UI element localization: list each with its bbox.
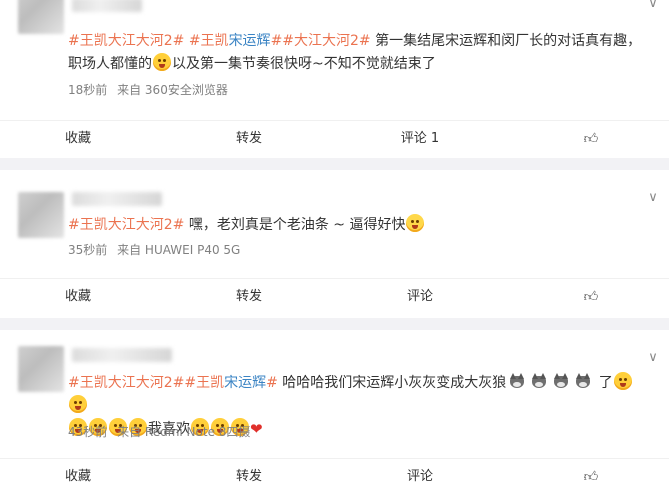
thumbs-up-icon[interactable]: 👍︎ bbox=[583, 289, 599, 305]
avatar[interactable] bbox=[18, 346, 64, 392]
avatar[interactable] bbox=[18, 0, 64, 34]
chevron-down-icon[interactable]: ∨ bbox=[645, 190, 661, 206]
action-bar: 收藏 转发 评论 👍︎ bbox=[0, 278, 669, 315]
topic-link[interactable]: #王凯大江大河2# bbox=[68, 375, 184, 391]
topic-link[interactable]: #王凯大江大河2# bbox=[68, 33, 184, 49]
post-meta: 35秒前 来自 HUAWEI P40 5G bbox=[68, 242, 246, 258]
action-bar: 收藏 转发 评论 1 👍︎ bbox=[0, 120, 669, 157]
comment-button[interactable]: 评论 bbox=[360, 459, 480, 495]
post-time[interactable]: 43秒前 bbox=[68, 425, 107, 439]
post-meta: 18秒前 来自 360安全浏览器 bbox=[68, 82, 234, 98]
post-time[interactable]: 18秒前 bbox=[68, 83, 107, 97]
comment-button[interactable]: 评论 bbox=[360, 279, 480, 315]
scream-emoji bbox=[613, 372, 632, 390]
wolf-emoji bbox=[530, 372, 548, 390]
topic-link[interactable]: #王凯宋运辉##大江大河2# bbox=[189, 33, 371, 49]
comment-button[interactable]: 评论 1 bbox=[360, 121, 480, 157]
post-card: ∨ #王凯大江大河2# 嘿，老刘真是个老油条 ~ 逼得好快 35秒前 来自 HU… bbox=[0, 170, 669, 318]
post-text: #王凯大江大河2# #王凯宋运辉##大江大河2# 第一集结尾宋运辉和闵厂长的对话… bbox=[68, 33, 642, 72]
favorite-button[interactable]: 收藏 bbox=[18, 279, 138, 315]
post-source[interactable]: 来自 Redmi Note 8四摄 bbox=[117, 425, 250, 439]
avatar[interactable] bbox=[18, 192, 64, 238]
post-source[interactable]: 来自 360安全浏览器 bbox=[117, 83, 228, 97]
chevron-down-icon[interactable]: ∨ bbox=[645, 0, 661, 12]
repost-button[interactable]: 转发 bbox=[189, 121, 309, 157]
favorite-button[interactable]: 收藏 bbox=[18, 121, 138, 157]
wolf-emoji bbox=[552, 372, 570, 390]
scream-emoji bbox=[69, 395, 87, 413]
repost-button[interactable]: 转发 bbox=[189, 459, 309, 495]
topic-link[interactable]: #王凯宋运辉# bbox=[184, 375, 277, 391]
tongue-face-emoji bbox=[153, 53, 171, 71]
post-source[interactable]: 来自 HUAWEI P40 5G bbox=[117, 243, 240, 257]
chevron-down-icon[interactable]: ∨ bbox=[645, 350, 661, 366]
post-card: ∨ #王凯大江大河2# #王凯宋运辉##大江大河2# 第一集结尾宋运辉和闵厂长的… bbox=[0, 0, 669, 158]
post-meta: 43秒前 来自 Redmi Note 8四摄 bbox=[68, 424, 256, 440]
thumbs-up-icon[interactable]: 👍︎ bbox=[583, 131, 599, 147]
repost-button[interactable]: 转发 bbox=[189, 279, 309, 315]
user-name[interactable] bbox=[72, 348, 172, 362]
wolf-emoji bbox=[508, 372, 526, 390]
post-time[interactable]: 35秒前 bbox=[68, 243, 107, 257]
topic-link[interactable]: #王凯大江大河2# bbox=[68, 217, 184, 233]
user-name[interactable] bbox=[72, 0, 142, 12]
post-text: #王凯大江大河2# 嘿，老刘真是个老油条 ~ 逼得好快 bbox=[68, 214, 647, 237]
wolf-emoji bbox=[574, 372, 592, 390]
thumbs-up-icon[interactable]: 👍︎ bbox=[583, 469, 599, 485]
post-card: ∨ #王凯大江大河2##王凯宋运辉# 哈哈哈我们宋运辉小灰灰变成大灰狼 了 我喜… bbox=[0, 330, 669, 498]
user-name[interactable] bbox=[72, 192, 162, 206]
favorite-button[interactable]: 收藏 bbox=[18, 459, 138, 495]
action-bar: 收藏 转发 评论 👍︎ bbox=[0, 458, 669, 495]
laughing-emoji bbox=[406, 214, 425, 232]
